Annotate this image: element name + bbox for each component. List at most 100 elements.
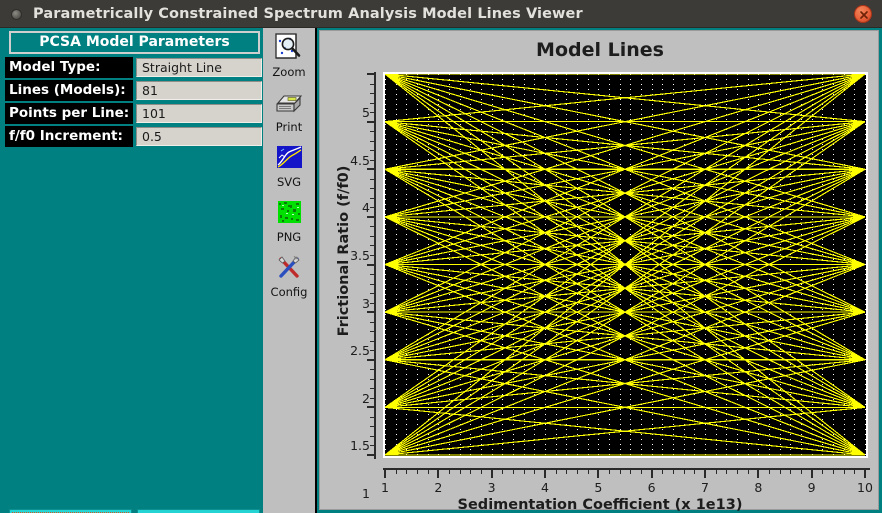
y-tick-minor: [370, 416, 376, 418]
param-row-lines-models: Lines (Models): 81: [5, 80, 262, 101]
y-tick-minor: [370, 407, 376, 409]
y-tick-minor: [370, 435, 376, 437]
y-tick-minor: [370, 216, 376, 218]
toolbar-button-config[interactable]: Config: [263, 250, 315, 304]
x-tick-minor: [566, 468, 568, 474]
x-tick-minor: [662, 468, 664, 474]
x-tick-minor: [449, 468, 450, 474]
x-tick-minor: [395, 468, 397, 474]
y-tick-minor: [370, 283, 376, 285]
y-tick-minor: [370, 178, 376, 180]
toolbar: Zoom Print SVG PNG Config: [263, 28, 317, 513]
window-title: Parametrically Constrained Spectrum Anal…: [33, 6, 583, 22]
chart-panel: Model Lines 1 1.5 2 2.5 3 3.5 4 4.5 5 Frictional…: [319, 30, 879, 513]
x-tick-minor: [619, 468, 621, 474]
config-tools-icon: [272, 252, 306, 284]
param-value-points-per-line[interactable]: 101: [136, 104, 262, 123]
y-tick-minor: [370, 102, 376, 104]
x-axis-title: Sedimentation Coefficient (x 1e13): [457, 497, 743, 513]
y-tick-minor: [370, 350, 376, 352]
plot-area[interactable]: [383, 72, 868, 458]
window-menu-dot-icon[interactable]: [11, 9, 22, 20]
toolbar-button-png[interactable]: PNG: [263, 195, 315, 249]
param-value-ff0-increment[interactable]: 0.5: [136, 127, 262, 146]
y-tick-minor: [370, 426, 376, 428]
close-window-button[interactable]: [854, 5, 872, 23]
y-tick-minor: [370, 388, 376, 390]
zoom-magnifier-icon: [272, 32, 306, 64]
y-tick-minor: [370, 140, 376, 142]
x-tick-label: 8: [754, 480, 763, 495]
x-tick-minor: [737, 468, 738, 474]
x-tick-minor: [523, 468, 525, 474]
x-tick-label: 9: [807, 480, 816, 495]
x-tick-minor: [790, 468, 792, 474]
x-tick-minor: [779, 468, 781, 474]
y-tick-minor: [370, 245, 376, 247]
help-button[interactable]: Help: [9, 509, 132, 513]
y-tick-minor: [370, 197, 376, 199]
x-tick-minor: [822, 468, 824, 474]
x-tick-minor: [715, 468, 717, 474]
x-tick-minor: [534, 468, 536, 474]
y-tick-minor: [370, 293, 376, 295]
toolbar-label-png: PNG: [276, 230, 302, 244]
x-tick-minor: [694, 468, 696, 474]
y-tick-minor: [370, 207, 376, 209]
y-tick-minor: [370, 378, 376, 380]
y-tick-minor: [370, 112, 376, 114]
x-tick-minor: [843, 468, 845, 474]
y-tick-minor: [370, 169, 376, 171]
y-axis-title: Frictional Ratio (f/f0): [336, 165, 352, 337]
model-lines-series: [385, 74, 866, 456]
model-lines-plot: [385, 74, 866, 456]
x-tick-minor: [683, 468, 685, 474]
y-tick-minor: [370, 340, 376, 342]
y-tick-minor: [370, 397, 376, 399]
x-tick-minor: [470, 468, 472, 474]
chart-title: Model Lines: [536, 39, 664, 61]
toolbar-button-svg[interactable]: SVG: [263, 140, 315, 194]
x-tick-minor: [747, 468, 749, 474]
x-tick-minor: [854, 468, 856, 474]
close-icon: [860, 11, 868, 19]
x-tick-minor: [801, 468, 802, 474]
y-tick-minor: [370, 93, 376, 95]
y-tick-minor: [370, 254, 376, 256]
y-tick-minor: [370, 455, 376, 456]
param-label-ff0-increment: f/f0 Increment:: [5, 126, 133, 147]
x-tick-minor: [406, 468, 408, 474]
toolbar-button-zoom[interactable]: Zoom: [263, 30, 315, 84]
y-tick-minor: [370, 235, 376, 237]
param-value-lines-models[interactable]: 81: [136, 81, 262, 100]
x-tick-minor: [811, 468, 813, 474]
y-axis-line: [374, 72, 376, 459]
toolbar-label-zoom: Zoom: [272, 65, 306, 79]
x-tick-minor: [502, 468, 504, 474]
y-tick-minor: [370, 264, 376, 266]
y-tick-minor: [370, 321, 376, 323]
param-label-lines-models: Lines (Models):: [5, 80, 133, 101]
toolbar-label-print: Print: [275, 120, 303, 134]
y-tick-minor: [370, 121, 376, 123]
toolbar-button-print[interactable]: Print: [263, 85, 315, 139]
x-tick-minor: [417, 468, 418, 474]
title-bar: Parametrically Constrained Spectrum Anal…: [0, 0, 882, 28]
x-tick-minor: [598, 468, 600, 474]
x-tick-minor: [630, 468, 632, 474]
x-tick-minor: [481, 468, 482, 474]
close-button[interactable]: Close: [137, 509, 260, 513]
x-tick-minor: [758, 468, 760, 474]
y-tick-minor: [370, 226, 376, 228]
x-tick-minor: [427, 468, 429, 474]
y-tick-minor: [370, 312, 376, 314]
x-tick-minor: [705, 468, 706, 474]
x-tick-minor: [459, 468, 461, 474]
toolbar-label-config: Config: [270, 285, 308, 299]
param-value-model-type[interactable]: Straight Line: [136, 58, 262, 77]
x-tick-label: 6: [647, 480, 656, 495]
x-tick-minor: [769, 468, 770, 474]
x-tick-label: 7: [701, 480, 709, 495]
param-label-points-per-line: Points per Line:: [5, 103, 133, 124]
png-image-icon: [272, 197, 306, 229]
